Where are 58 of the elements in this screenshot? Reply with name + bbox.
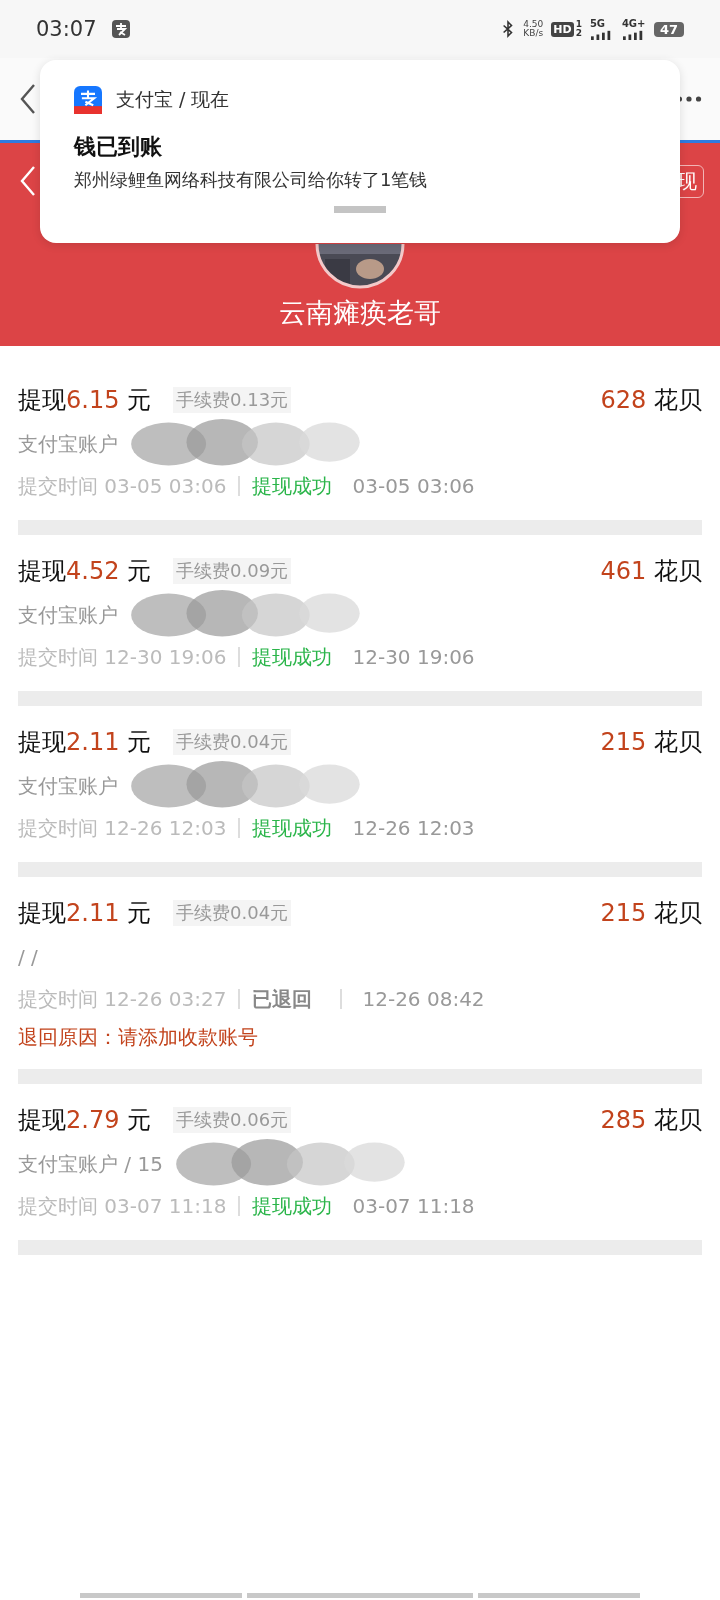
notification-card[interactable]: 支付宝 / 现在 钱已到账 郑州绿鲤鱼网络科技有限公司给你转了1笔钱 xyxy=(40,60,680,243)
bluetooth-icon xyxy=(501,19,516,39)
hd-badge: HD xyxy=(551,21,574,37)
network-label: 4G+ xyxy=(621,18,646,29)
withdraw-amount: 提现2.11 元 xyxy=(18,898,152,929)
points-value: 285 花贝 xyxy=(600,1105,702,1136)
result-time: 12-26 12:03 xyxy=(352,816,475,840)
navigation-bar[interactable] xyxy=(478,1593,640,1598)
app-notification-icon xyxy=(110,19,131,39)
status-label: 已退回 xyxy=(252,985,313,1013)
points-value: 628 花贝 xyxy=(600,385,702,416)
fee-tag: 手续费0.13元 xyxy=(173,387,292,413)
fee-tag: 手续费0.04元 xyxy=(173,729,292,755)
points-value: 215 花贝 xyxy=(600,727,702,758)
status-label: 提现成功 xyxy=(252,472,333,500)
notification-title: 钱已到账 xyxy=(74,133,163,161)
account-text: 支付宝账户 xyxy=(18,431,118,458)
submit-time: 提交时间 03-05 03:06 xyxy=(18,472,227,500)
battery-indicator: 47 xyxy=(653,21,684,37)
status-time: 03:07 xyxy=(36,17,97,41)
submit-time: 提交时间 12-30 19:06 xyxy=(18,643,227,671)
status-label: 提现成功 xyxy=(252,643,333,671)
back-icon[interactable] xyxy=(20,83,36,115)
result-time: 03-07 11:18 xyxy=(352,1194,475,1218)
navigation-bar[interactable] xyxy=(80,1593,242,1598)
fee-tag: 手续费0.06元 xyxy=(173,1107,292,1133)
profile-name: 云南瘫痪老哥 xyxy=(279,296,441,330)
notification-app-name: 支付宝 / 现在 xyxy=(116,87,230,112)
withdraw-amount: 提现2.79 元 xyxy=(18,1105,152,1136)
notification-message: 郑州绿鲤鱼网络科技有限公司给你转了1笔钱 xyxy=(74,168,429,192)
withdraw-amount: 提现2.11 元 xyxy=(18,727,152,758)
result-time: 12-26 08:42 xyxy=(362,987,485,1011)
withdraw-amount: 提现4.52 元 xyxy=(18,556,152,587)
navigation-bar[interactable] xyxy=(247,1593,473,1598)
speed-unit: KB/s xyxy=(523,29,544,38)
refund-reason: 退回原因：请添加收款账号 xyxy=(18,1024,259,1051)
status-label: 提现成功 xyxy=(252,814,333,842)
fee-tag: 手续费0.09元 xyxy=(173,558,292,584)
submit-time: 提交时间 12-26 12:03 xyxy=(18,814,227,842)
points-value: 215 花贝 xyxy=(600,898,702,929)
submit-time: 提交时间 12-26 03:27 xyxy=(18,985,227,1013)
sim-slot-label: 1 xyxy=(575,20,582,29)
points-value: 461 花贝 xyxy=(600,556,702,587)
network-label: 5G xyxy=(589,18,606,29)
account-text: 支付宝账户 / 15 xyxy=(18,1151,163,1178)
withdraw-amount: 提现6.15 元 xyxy=(18,385,152,416)
submit-time: 提交时间 03-07 11:18 xyxy=(18,1192,227,1220)
result-time: 12-30 19:06 xyxy=(352,645,475,669)
sim-slot-label: 2 xyxy=(575,29,582,38)
result-time: 03-05 03:06 xyxy=(352,474,475,498)
account-text: 支付宝账户 xyxy=(18,602,118,629)
drag-handle[interactable] xyxy=(334,206,386,213)
speed-value: 4.50 xyxy=(523,20,544,29)
status-label: 提现成功 xyxy=(252,1192,333,1220)
account-text: / / xyxy=(18,944,38,971)
account-text: 支付宝账户 xyxy=(18,773,118,800)
app-icon xyxy=(74,86,102,114)
fee-tag: 手续费0.04元 xyxy=(173,900,292,926)
